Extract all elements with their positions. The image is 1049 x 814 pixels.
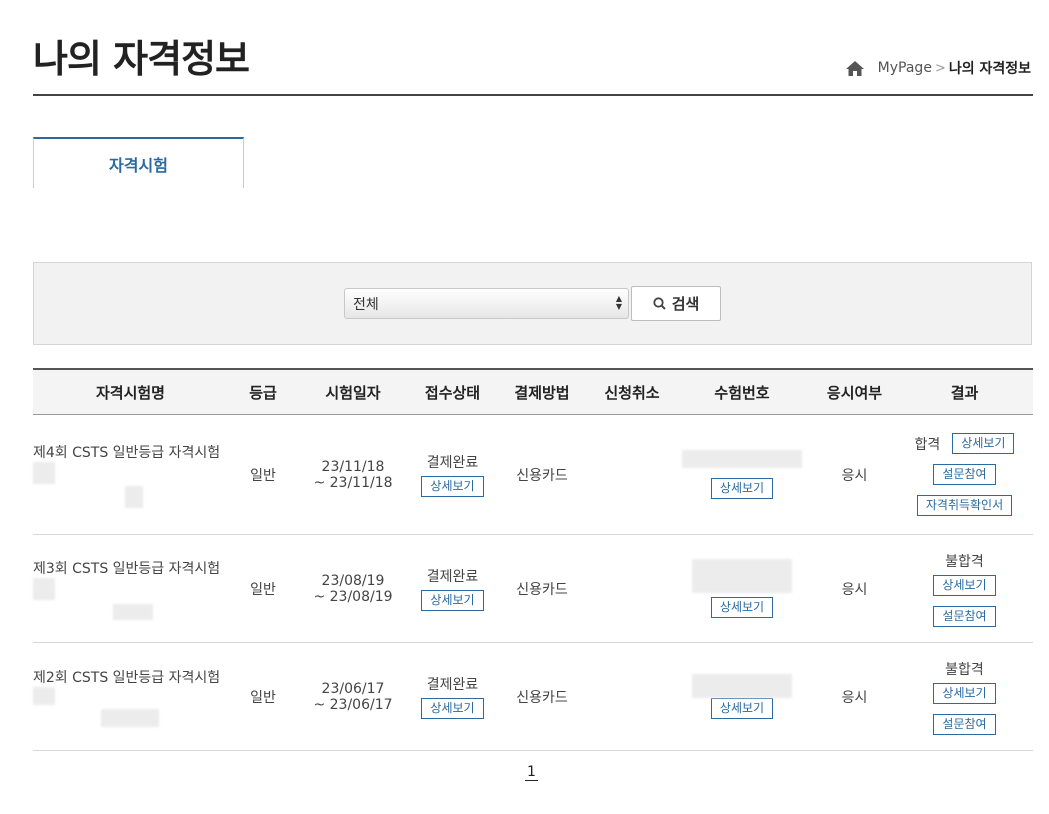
payment-cell: 신용카드 bbox=[516, 689, 568, 706]
tab-qualification-exam[interactable]: 자격시험 bbox=[33, 137, 244, 188]
page-link-current[interactable]: 1 bbox=[525, 764, 538, 781]
title-divider bbox=[33, 94, 1033, 96]
survey-button[interactable]: 설문참여 bbox=[933, 605, 996, 627]
header-attendance: 응시여부 bbox=[826, 383, 883, 402]
exam-name: 제3회 CSTS 일반등급 자격시험 bbox=[33, 560, 221, 577]
grade-cell: 일반 bbox=[250, 467, 276, 484]
survey-button[interactable]: 설문참여 bbox=[933, 713, 996, 735]
redacted-block bbox=[125, 485, 143, 508]
table-header: 자격시험명 등급 시험일자 접수상태 결제방법 신청취소 수험번호 응시여부 결… bbox=[33, 368, 1033, 415]
search-icon bbox=[653, 297, 666, 310]
result-cell: 불합격 상세보기 설문참여 bbox=[902, 659, 1027, 735]
exam-number-detail-button[interactable]: 상세보기 bbox=[710, 597, 774, 618]
status-cell: 결제완료 상세보기 bbox=[408, 452, 497, 497]
grade-cell: 일반 bbox=[250, 581, 276, 598]
select-arrows-icon: ▲ ▼ bbox=[615, 294, 622, 311]
filter-select[interactable]: 전체 ▲ ▼ bbox=[344, 288, 629, 319]
header-payment: 결제방법 bbox=[514, 383, 570, 402]
exam-number-detail-button[interactable]: 상세보기 bbox=[710, 698, 774, 719]
date-from: 23/08/19 bbox=[321, 572, 385, 589]
date-to: ~ 23/11/18 bbox=[313, 474, 393, 491]
payment-cell: 신용카드 bbox=[516, 581, 568, 598]
result-cell: 불합격 상세보기 설문참여 bbox=[902, 551, 1027, 627]
date-cell: 23/11/18 ~ 23/11/18 bbox=[298, 459, 408, 491]
header-exam-number: 수험번호 bbox=[714, 383, 770, 402]
exam-name: 제4회 CSTS 일반등급 자격시험 bbox=[33, 444, 221, 461]
redacted-block bbox=[682, 450, 802, 468]
search-panel: 전체 ▲ ▼ 검색 bbox=[33, 262, 1032, 345]
result-text: 불합격 bbox=[945, 661, 984, 678]
exam-name-cell: 제2회 CSTS 일반등급 자격시험 bbox=[33, 667, 228, 727]
date-cell: 23/08/19 ~ 23/08/19 bbox=[298, 573, 408, 605]
pagination: 1 bbox=[0, 764, 1049, 781]
status-cell: 결제완료 상세보기 bbox=[408, 674, 497, 719]
date-to: ~ 23/06/17 bbox=[313, 696, 393, 713]
breadcrumb-separator: > bbox=[934, 60, 946, 76]
header-status: 접수상태 bbox=[424, 383, 481, 402]
breadcrumb-parent[interactable]: MyPage bbox=[878, 60, 932, 76]
table-row: 제2회 CSTS 일반등급 자격시험 일반 23/06/17 ~ 23/06/1… bbox=[33, 643, 1033, 751]
search-button-label: 검색 bbox=[671, 295, 700, 313]
table-row: 제4회 CSTS 일반등급 자격시험 일반 23/11/18 ~ 23/11/1… bbox=[33, 415, 1033, 535]
exam-number-cell: 상세보기 bbox=[677, 674, 807, 719]
exam-table: 자격시험명 등급 시험일자 접수상태 결제방법 신청취소 수험번호 응시여부 결… bbox=[33, 368, 1033, 751]
status-detail-button[interactable]: 상세보기 bbox=[421, 476, 484, 497]
redacted-block bbox=[113, 603, 153, 620]
redacted-block bbox=[101, 708, 159, 727]
status-text: 결제완료 bbox=[426, 455, 479, 471]
attendance-cell: 응시 bbox=[841, 467, 868, 484]
breadcrumb: MyPage > 나의 자격정보 bbox=[845, 58, 1031, 78]
date-cell: 23/06/17 ~ 23/06/17 bbox=[298, 681, 408, 713]
exam-name-cell: 제3회 CSTS 일반등급 자격시험 bbox=[33, 558, 228, 620]
exam-name: 제2회 CSTS 일반등급 자격시험 bbox=[33, 669, 221, 686]
exam-number-cell: 상세보기 bbox=[677, 450, 807, 499]
filter-select-value: 전체 bbox=[353, 297, 379, 313]
home-icon[interactable] bbox=[845, 60, 864, 76]
result-cell: 합격 상세보기 설문참여 자격취득확인서 bbox=[902, 433, 1027, 516]
status-text: 결제완료 bbox=[426, 677, 479, 693]
status-detail-button[interactable]: 상세보기 bbox=[421, 698, 484, 719]
survey-button[interactable]: 설문참여 bbox=[933, 464, 996, 485]
redacted-block bbox=[692, 674, 792, 698]
grade-cell: 일반 bbox=[250, 689, 276, 706]
page-title: 나의 자격정보 bbox=[33, 37, 250, 81]
header-result: 결과 bbox=[950, 383, 979, 402]
header-exam-name: 자격시험명 bbox=[95, 383, 165, 402]
exam-number-detail-button[interactable]: 상세보기 bbox=[710, 478, 774, 499]
date-to: ~ 23/08/19 bbox=[313, 588, 393, 605]
result-detail-button[interactable]: 상세보기 bbox=[933, 682, 996, 704]
breadcrumb-current: 나의 자격정보 bbox=[948, 61, 1031, 77]
redacted-block bbox=[692, 559, 792, 593]
attendance-cell: 응시 bbox=[841, 689, 868, 706]
payment-cell: 신용카드 bbox=[516, 467, 568, 484]
status-cell: 결제완료 상세보기 bbox=[408, 566, 497, 611]
status-detail-button[interactable]: 상세보기 bbox=[421, 590, 484, 611]
search-button[interactable]: 검색 bbox=[631, 286, 721, 321]
result-detail-button[interactable]: 상세보기 bbox=[952, 433, 1015, 454]
date-from: 23/06/17 bbox=[321, 680, 385, 697]
result-detail-button[interactable]: 상세보기 bbox=[933, 574, 996, 596]
exam-name-cell: 제4회 CSTS 일반등급 자격시험 bbox=[33, 442, 228, 508]
table-row: 제3회 CSTS 일반등급 자격시험 일반 23/08/19 ~ 23/08/1… bbox=[33, 535, 1033, 643]
certificate-button[interactable]: 자격취득확인서 bbox=[916, 495, 1013, 516]
exam-number-cell: 상세보기 bbox=[677, 559, 807, 618]
date-from: 23/11/18 bbox=[321, 458, 385, 475]
header-grade: 등급 bbox=[249, 383, 277, 402]
result-text: 불합격 bbox=[945, 553, 984, 570]
header-exam-date: 시험일자 bbox=[325, 383, 381, 402]
attendance-cell: 응시 bbox=[841, 581, 868, 598]
status-text: 결제완료 bbox=[426, 569, 479, 585]
header-cancel: 신청취소 bbox=[604, 383, 660, 402]
result-text: 합격 bbox=[914, 436, 941, 453]
